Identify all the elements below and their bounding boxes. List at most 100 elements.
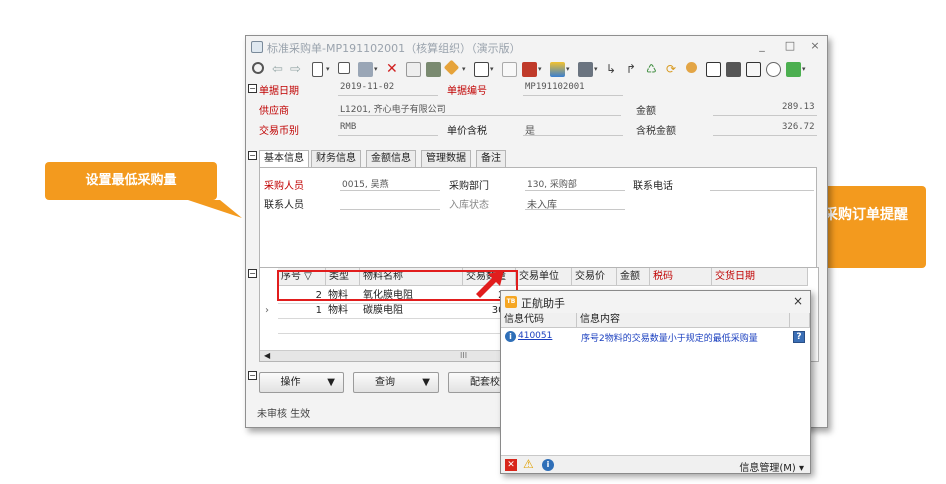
col-header-unit[interactable]: 交易单位 xyxy=(516,268,572,286)
flow-icon[interactable]: ↳ xyxy=(606,62,621,77)
stock-status-label: 入库状态 xyxy=(449,200,489,211)
new-dropdown-icon[interactable]: ▾ xyxy=(326,66,332,73)
user-icon[interactable] xyxy=(686,62,697,73)
row-2-type: 物料 xyxy=(328,305,348,316)
delete-icon[interactable]: ✕ xyxy=(386,62,401,77)
doc-date-field[interactable]: 2019-11-02 xyxy=(340,82,394,92)
scroll-thumb[interactable]: III xyxy=(460,351,467,361)
supplier-field[interactable]: L1201, 齐心电子有限公司 xyxy=(340,102,446,115)
link-dropdown-icon[interactable]: ▾ xyxy=(462,66,468,73)
save-dropdown-icon[interactable]: ▾ xyxy=(374,66,380,73)
col-header-info-content[interactable]: 信息内容 xyxy=(577,313,790,328)
print-icon[interactable] xyxy=(578,62,593,77)
status-text: 未审核 生效 xyxy=(257,409,311,420)
grid-icon[interactable] xyxy=(726,62,741,77)
info-filter-icon[interactable]: i xyxy=(542,459,554,471)
paste-icon[interactable] xyxy=(426,62,441,77)
copy-icon[interactable] xyxy=(406,62,421,77)
row-2-no: 1 xyxy=(315,305,322,316)
operate-dropdown-icon: ▼ xyxy=(327,377,335,388)
edit-icon[interactable] xyxy=(338,62,350,74)
doc-no-field[interactable]: MP191102001 xyxy=(525,82,585,92)
blank-icon[interactable] xyxy=(502,62,517,77)
actions-collapse-icon[interactable]: − xyxy=(248,371,257,380)
amount-tax-field: 326.72 xyxy=(782,122,815,132)
error-filter-icon[interactable]: ✕ xyxy=(505,459,517,471)
buyer-field[interactable]: 0015, 吴燕 xyxy=(342,177,389,190)
callout-left-pointer xyxy=(188,200,242,218)
flow2-icon[interactable]: ↱ xyxy=(626,62,641,77)
print-dropdown-icon[interactable]: ▾ xyxy=(594,66,600,73)
col-header-tax-code[interactable]: 税码 xyxy=(650,268,712,286)
operate-label: 操作 xyxy=(280,377,301,388)
col-header-help xyxy=(790,313,810,328)
tax-incl-label: 单价含税 xyxy=(447,126,487,137)
title-bar: 标准采购单-MP191102001（核算组织）（演示版） _ □ × xyxy=(246,36,827,58)
import-icon[interactable] xyxy=(474,62,489,77)
operate-button[interactable]: 操作 ▼ xyxy=(259,372,344,393)
save-icon[interactable] xyxy=(358,62,373,77)
more-icon[interactable] xyxy=(786,62,801,77)
minimize-button[interactable]: _ xyxy=(754,39,770,53)
popup-title-bar: TB 正航助手 × xyxy=(501,291,810,313)
app-icon xyxy=(251,41,263,53)
chart-icon[interactable] xyxy=(550,62,565,77)
col-header-amount[interactable]: 金额 xyxy=(617,268,650,286)
tab-finance-info[interactable]: 财务信息 xyxy=(311,150,361,167)
row-selector-icon[interactable]: › xyxy=(265,304,275,317)
tab-remarks[interactable]: 备注 xyxy=(476,150,506,167)
tab-management-data[interactable]: 管理数据 xyxy=(421,150,471,167)
currency-field[interactable]: RMB xyxy=(340,122,356,132)
col-header-delivery-date[interactable]: 交货日期 xyxy=(712,268,808,286)
popup-footer: ✕ ⚠ i 信息管理(M) ▾ xyxy=(501,455,810,474)
preview-icon[interactable] xyxy=(252,62,264,74)
col-header-info-code[interactable]: 信息代码 xyxy=(501,313,577,328)
tab-amount-info[interactable]: 金额信息 xyxy=(366,150,416,167)
forward-icon[interactable]: ⇨ xyxy=(290,62,305,77)
calc-icon[interactable] xyxy=(706,62,721,77)
close-button[interactable]: × xyxy=(807,39,823,53)
contact-label: 联系人员 xyxy=(264,200,304,211)
back-icon[interactable]: ⇦ xyxy=(272,62,287,77)
help-icon[interactable]: ? xyxy=(793,331,805,343)
phone-label: 联系电话 xyxy=(633,181,673,192)
doc-no-label: 单据编号 xyxy=(447,86,487,97)
popup-close-button[interactable]: × xyxy=(793,294,803,308)
header-collapse-icon[interactable]: − xyxy=(248,84,257,93)
amount-field: 289.13 xyxy=(782,102,815,112)
query-button[interactable]: 查询 ▼ xyxy=(353,372,439,393)
chat-icon[interactable] xyxy=(766,62,781,77)
export-icon[interactable] xyxy=(522,62,537,77)
chart-dropdown-icon[interactable]: ▾ xyxy=(566,66,572,73)
refresh-icon[interactable]: ⟳ xyxy=(666,62,681,77)
row-2-material[interactable]: 碳膜电阻 xyxy=(363,304,461,317)
toolbar: ⇦ ⇨ ▾ ▾ ✕ ▾ ▾ ▾ ▾ ▾ ↳ ↱ ♺ ⟳ ▾ xyxy=(250,59,825,81)
info-icon: i xyxy=(505,331,516,342)
new-icon[interactable] xyxy=(312,62,323,77)
tabs-collapse-icon[interactable]: − xyxy=(248,151,257,160)
scroll-left-icon[interactable]: ◀ xyxy=(264,351,270,361)
col-header-price[interactable]: 交易价 xyxy=(572,268,617,286)
message-content: 序号2物料的交易数量小于规定的最低采购量 xyxy=(581,334,758,344)
doc-date-label: 单据日期 xyxy=(259,86,299,97)
lock-icon[interactable]: ♺ xyxy=(646,62,661,77)
info-management-menu[interactable]: 信息管理(M) ▾ xyxy=(739,459,804,474)
mail-icon[interactable] xyxy=(746,62,761,77)
maximize-button[interactable]: □ xyxy=(782,39,798,53)
amount-label: 金额 xyxy=(636,106,656,117)
amount-tax-label: 含税金额 xyxy=(636,126,676,137)
supplier-label: 供应商 xyxy=(259,106,289,117)
grid-collapse-icon[interactable]: − xyxy=(248,269,257,278)
more-dropdown-icon[interactable]: ▾ xyxy=(802,66,808,73)
window-title: 标准采购单-MP191102001（核算组织）（演示版） xyxy=(267,42,521,55)
dept-field[interactable]: 130, 采购部 xyxy=(527,177,577,190)
message-code-link[interactable]: 410051 xyxy=(518,331,552,341)
tab-basic-info[interactable]: 基本信息 xyxy=(259,150,309,168)
warning-filter-icon[interactable]: ⚠ xyxy=(523,458,534,471)
message-row[interactable]: i 410051 序号2物料的交易数量小于规定的最低采购量 ? xyxy=(501,329,810,345)
grid-horizontal-scrollbar[interactable]: ◀ III xyxy=(260,350,518,361)
link-icon[interactable] xyxy=(443,59,460,76)
query-dropdown-icon: ▼ xyxy=(422,377,430,388)
export-dropdown-icon[interactable]: ▾ xyxy=(538,66,544,73)
import-dropdown-icon[interactable]: ▾ xyxy=(490,66,496,73)
